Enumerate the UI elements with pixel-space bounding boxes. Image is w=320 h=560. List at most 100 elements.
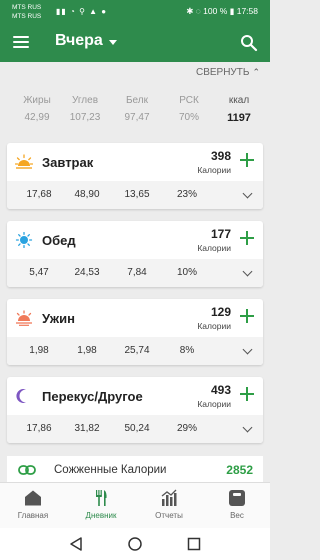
meal-calories-value: 398 bbox=[210, 149, 231, 163]
search-icon[interactable] bbox=[240, 34, 258, 52]
chevron-up-icon: ⌃ bbox=[252, 67, 260, 77]
meal-calories-value: 493 bbox=[210, 383, 231, 397]
meal-calories-unit: Калории bbox=[197, 243, 231, 253]
carrier-info: MTS RUS MTS RUS bbox=[12, 3, 41, 21]
nav-home-label: Главная bbox=[17, 511, 49, 520]
nav-diary[interactable]: Дневник bbox=[68, 489, 134, 520]
meal-nutrients: 1,98 1,98 25,74 8% bbox=[7, 337, 263, 365]
scale-icon bbox=[229, 490, 245, 506]
summary-rsk-label: РСК bbox=[179, 95, 199, 106]
summary-carbs: Углев 107,23 bbox=[60, 95, 110, 123]
status-bar: MTS RUS MTS RUS ▮▮ ◔ ⚲ ▲ ● ✱ ◌ 100 % ▮ 1… bbox=[0, 0, 270, 24]
page-title: Вчера bbox=[55, 32, 103, 49]
chevron-down-icon[interactable] bbox=[242, 188, 253, 199]
meal-header-snack[interactable]: Перекус/Другое 493 Калории bbox=[7, 377, 263, 415]
nav-diary-label: Дневник bbox=[85, 511, 117, 520]
nutrient-carbs: 31,82 bbox=[74, 423, 100, 434]
nav-reports[interactable]: Отчеты bbox=[136, 489, 202, 520]
meal-calories-unit: Калории bbox=[197, 399, 231, 409]
nav-home[interactable]: Главная bbox=[0, 489, 66, 520]
meal-nutrients: 17,86 31,82 50,24 29% bbox=[7, 415, 263, 443]
burned-calories-label: Сожженные Калории bbox=[54, 464, 167, 476]
recents-icon[interactable] bbox=[186, 536, 202, 552]
burned-calories-value: 2852 bbox=[226, 463, 253, 477]
nutrition-summary: Жиры 42,99 Углев 107,23 Белк 97,47 РСК 7… bbox=[0, 95, 270, 135]
add-food-button[interactable] bbox=[239, 386, 255, 402]
meal-card-dinner: Ужин 129 Калории 1,98 1,98 25,74 8% bbox=[7, 299, 263, 365]
mute-icon: ◌ bbox=[195, 6, 201, 16]
sunset-icon bbox=[16, 310, 32, 326]
sunrise-icon bbox=[15, 154, 33, 169]
signal-icons: ▮▮ ◔ ⚲ ▲ ● bbox=[56, 7, 108, 16]
summary-protein-label: Белк bbox=[125, 95, 148, 106]
bottom-navigation: Главная Дневник Отчеты Вес bbox=[0, 482, 270, 528]
meal-card-lunch: Обед 177 Калории 5,47 24,53 7,84 10% bbox=[7, 221, 263, 287]
nutrient-rsk: 29% bbox=[176, 423, 197, 434]
nutrient-carbs: 48,90 bbox=[74, 189, 100, 200]
add-food-button[interactable] bbox=[239, 230, 255, 246]
nutrient-fat: 17,86 bbox=[26, 423, 52, 434]
nutrient-protein: 7,84 bbox=[127, 267, 147, 278]
link-icon bbox=[18, 465, 36, 475]
meal-header-breakfast[interactable]: Завтрак 398 Калории bbox=[7, 143, 263, 181]
menu-icon[interactable] bbox=[13, 36, 29, 48]
meal-calories: 129 Калории bbox=[197, 305, 231, 331]
meal-name: Перекус/Другое bbox=[42, 389, 143, 404]
date-selector[interactable]: Вчера bbox=[55, 32, 117, 50]
bluetooth-icon: ✱ bbox=[186, 6, 194, 16]
summary-protein-value: 97,47 bbox=[124, 112, 150, 123]
system-navigation-bar bbox=[0, 528, 270, 560]
meal-calories-value: 177 bbox=[210, 227, 231, 241]
nav-reports-label: Отчеты bbox=[155, 511, 183, 520]
burned-calories-row[interactable]: Сожженные Калории 2852 bbox=[7, 456, 263, 484]
sun-icon bbox=[15, 232, 33, 248]
nutrient-protein: 25,74 bbox=[124, 345, 150, 356]
meal-card-breakfast: Завтрак 398 Калории 17,68 48,90 13,65 23… bbox=[7, 143, 263, 209]
meal-name: Завтрак bbox=[42, 155, 94, 170]
chevron-down-icon[interactable] bbox=[242, 266, 253, 277]
nutrient-protein: 13,65 bbox=[124, 189, 150, 200]
add-food-button[interactable] bbox=[239, 152, 255, 168]
summary-fat-label: Жиры bbox=[23, 95, 51, 106]
chevron-down-icon[interactable] bbox=[242, 344, 253, 355]
nutrient-protein: 50,24 bbox=[124, 423, 150, 434]
summary-kcal-value: 1197 bbox=[227, 112, 251, 124]
nav-weight[interactable]: Вес bbox=[204, 489, 270, 520]
battery-percent: 100 % bbox=[203, 6, 228, 16]
nutrient-carbs: 24,53 bbox=[74, 267, 100, 278]
carrier-2: MTS RUS bbox=[12, 13, 42, 20]
meal-name: Ужин bbox=[42, 311, 75, 326]
meal-calories-unit: Калории bbox=[197, 165, 231, 175]
add-food-button[interactable] bbox=[239, 308, 255, 324]
chevron-down-icon[interactable] bbox=[242, 422, 253, 433]
meal-calories: 398 Калории bbox=[197, 149, 231, 175]
home-circle-icon[interactable] bbox=[127, 536, 143, 552]
status-right: ✱ ◌ 100 % ▮ 17:58 bbox=[186, 6, 258, 17]
home-icon bbox=[25, 490, 41, 506]
nutrient-fat: 17,68 bbox=[26, 189, 52, 200]
chart-icon bbox=[161, 489, 177, 506]
battery-icon: ▮ bbox=[229, 6, 235, 16]
meal-calories-unit: Калории bbox=[197, 321, 231, 331]
collapse-label: СВЕРНУТЬ bbox=[195, 67, 250, 78]
summary-carbs-label: Углев bbox=[71, 95, 99, 106]
meal-nutrients: 5,47 24,53 7,84 10% bbox=[7, 259, 263, 287]
meal-header-lunch[interactable]: Обед 177 Калории bbox=[7, 221, 263, 259]
back-icon[interactable] bbox=[68, 536, 84, 552]
cutlery-icon bbox=[96, 490, 107, 506]
summary-fat-value: 42,99 bbox=[24, 112, 50, 123]
meal-calories: 177 Калории bbox=[197, 227, 231, 253]
nutrient-carbs: 1,98 bbox=[77, 345, 97, 356]
summary-rsk: РСК 70% bbox=[164, 95, 214, 123]
clock: 17:58 bbox=[236, 6, 258, 16]
nutrient-fat: 5,47 bbox=[29, 267, 49, 278]
meal-calories: 493 Калории bbox=[197, 383, 231, 409]
meal-header-dinner[interactable]: Ужин 129 Калории bbox=[7, 299, 263, 337]
collapse-button[interactable]: СВЕРНУТЬ ⌃ bbox=[196, 67, 260, 78]
meal-nutrients: 17,68 48,90 13,65 23% bbox=[7, 181, 263, 209]
meal-calories-value: 129 bbox=[210, 305, 231, 319]
summary-fat: Жиры 42,99 bbox=[12, 95, 62, 123]
carrier-1: MTS RUS bbox=[12, 4, 42, 11]
summary-carbs-value: 107,23 bbox=[69, 112, 101, 123]
meal-name: Обед bbox=[42, 233, 76, 248]
